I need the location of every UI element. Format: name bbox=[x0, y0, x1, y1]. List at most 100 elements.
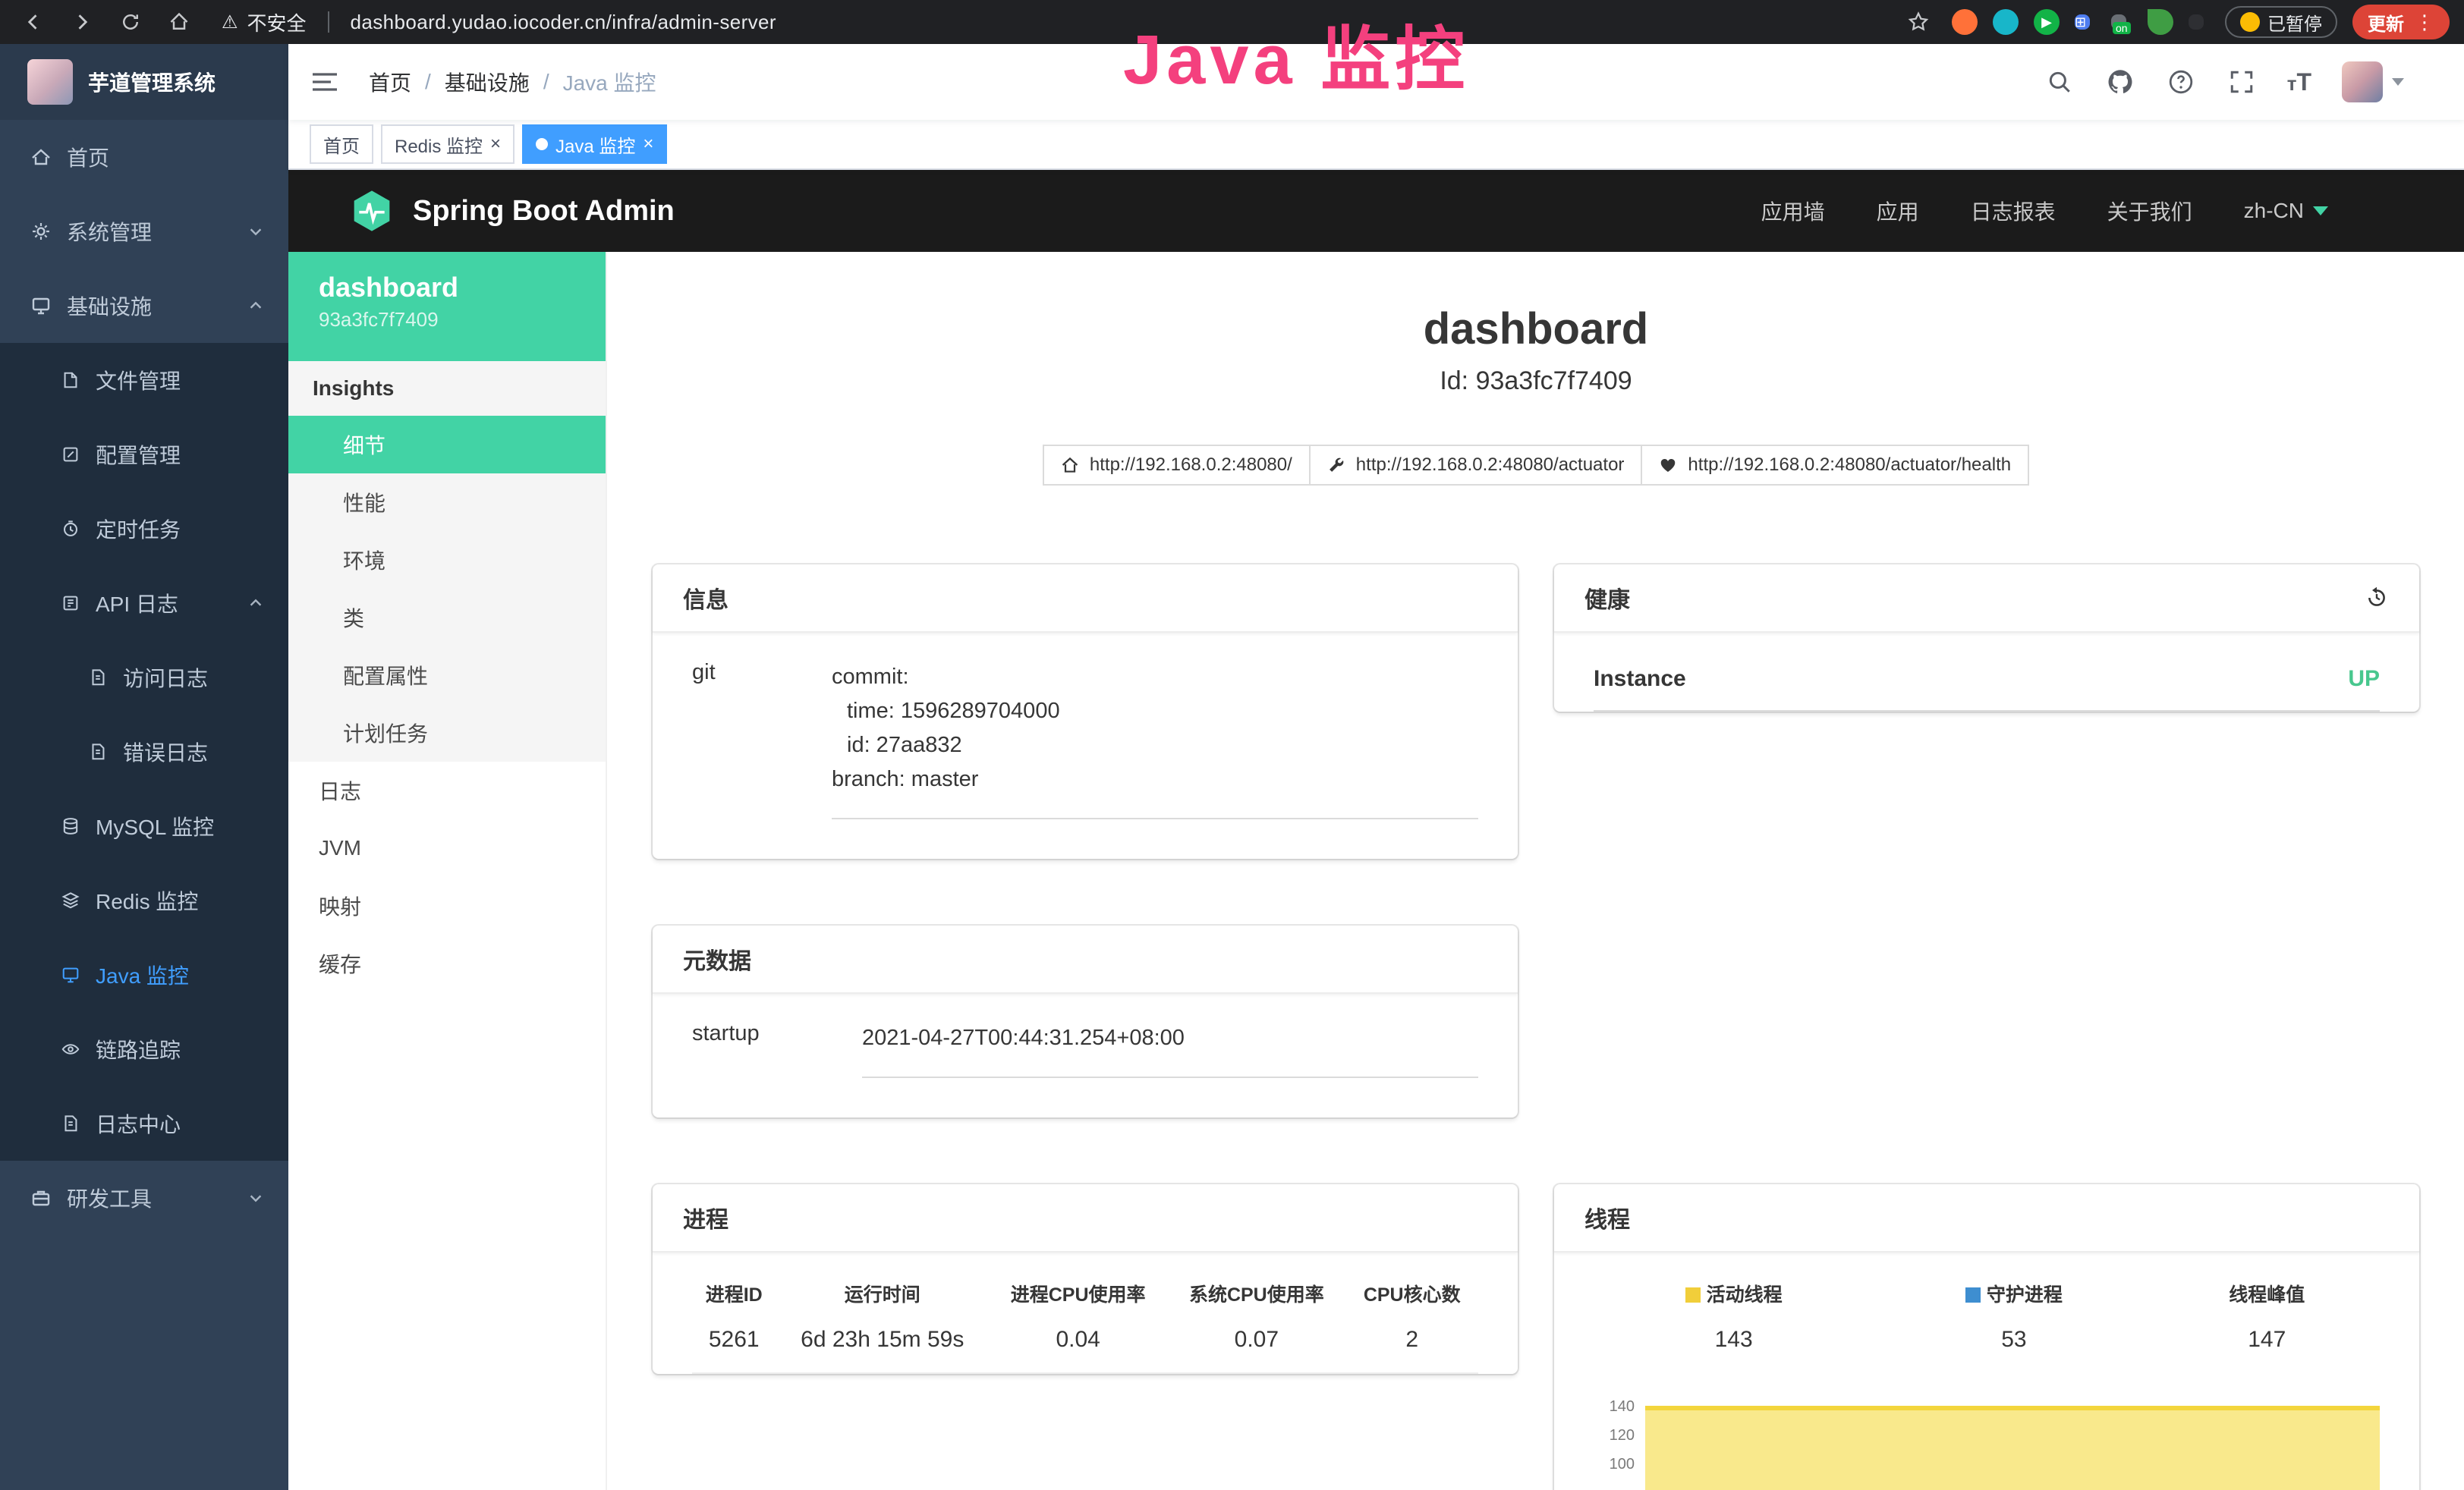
tag-java-monitor[interactable]: Java 监控 × bbox=[522, 124, 667, 164]
sidebar-item-tracing[interactable]: 链路追踪 bbox=[0, 1012, 288, 1086]
breadcrumb-separator: / bbox=[425, 70, 431, 94]
sidebar-item-java-monitor[interactable]: Java 监控 bbox=[0, 938, 288, 1012]
sba-item-caches[interactable]: 缓存 bbox=[288, 935, 606, 992]
service-url-button[interactable]: http://192.168.0.2:48080/ bbox=[1043, 445, 1311, 486]
sba-main: dashboard Id: 93a3fc7f7409 http://192.16… bbox=[607, 252, 2464, 1490]
sba-item-metrics[interactable]: 性能 bbox=[288, 473, 606, 531]
drop-extension-icon[interactable] bbox=[1993, 9, 2019, 35]
sidebar-item-config-management[interactable]: 配置管理 bbox=[0, 417, 288, 492]
sidebar-item-label: API 日志 bbox=[96, 588, 178, 618]
user-menu[interactable] bbox=[2342, 61, 2404, 102]
legend-peak-threads: 线程峰值 bbox=[2154, 1268, 2381, 1313]
paw-extension-icon[interactable] bbox=[2189, 14, 2204, 30]
sidebar-item-infrastructure[interactable]: 基础设施 bbox=[0, 269, 288, 343]
process-cpu-value: 0.04 bbox=[989, 1313, 1167, 1373]
app-logo[interactable]: 芋道管理系统 bbox=[0, 44, 288, 120]
sidebar-item-label: 日志中心 bbox=[96, 1108, 181, 1139]
navbar-actions: тT bbox=[2044, 61, 2404, 102]
address-url[interactable]: dashboard.yudao.iocoder.cn/infra/admin-s… bbox=[351, 11, 776, 34]
grid-extension-icon[interactable]: ⊞ bbox=[2075, 14, 2090, 30]
sba-nav-about[interactable]: 关于我们 bbox=[2107, 196, 2192, 226]
sidebar-item-mysql-monitor[interactable]: MySQL 监控 bbox=[0, 789, 288, 863]
threads-chart: 140 120 100 bbox=[1594, 1392, 2380, 1490]
sba-item-mappings[interactable]: 映射 bbox=[288, 877, 606, 935]
health-url-button[interactable]: http://192.168.0.2:48080/actuator/health bbox=[1641, 445, 2029, 486]
warning-icon: ⚠ bbox=[222, 11, 238, 33]
sidebar-item-error-log[interactable]: 错误日志 bbox=[0, 715, 288, 789]
paused-chip[interactable]: 已暂停 bbox=[2225, 6, 2337, 38]
monitor-icon bbox=[61, 965, 80, 985]
sba-instance-header[interactable]: dashboard 93a3fc7f7409 bbox=[288, 252, 606, 361]
y-axis: 140 120 100 bbox=[1594, 1392, 1645, 1490]
switch-extension-icon[interactable]: on bbox=[2111, 14, 2126, 30]
sidebar-item-system[interactable]: 系统管理 bbox=[0, 194, 288, 269]
github-icon[interactable] bbox=[2105, 67, 2135, 97]
sidebar-item-home[interactable]: 首页 bbox=[0, 120, 288, 194]
process-table: 进程ID 运行时间 进程CPU使用率 系统CPU使用率 CPU核心数 5261 bbox=[692, 1268, 1478, 1374]
sba-item-scheduled-tasks[interactable]: 计划任务 bbox=[288, 704, 606, 762]
sba-item-jvm[interactable]: JVM bbox=[288, 819, 606, 877]
sidebar-item-api-log[interactable]: API 日志 bbox=[0, 566, 288, 640]
back-icon[interactable] bbox=[15, 4, 52, 40]
daemon-threads-swatch bbox=[1965, 1287, 1981, 1303]
gear-icon bbox=[30, 221, 52, 242]
tag-redis-monitor[interactable]: Redis 监控 × bbox=[381, 124, 515, 164]
fox-extension-icon[interactable] bbox=[1952, 9, 1978, 35]
heart-icon bbox=[1659, 456, 1677, 474]
update-button[interactable]: 更新 ⋮ bbox=[2352, 5, 2450, 39]
threads-values-row: 143 53 147 bbox=[1594, 1313, 2380, 1359]
sba-item-config-props[interactable]: 配置属性 bbox=[288, 646, 606, 704]
sba-nav-applications[interactable]: 应用 bbox=[1877, 196, 1919, 226]
actuator-url-button[interactable]: http://192.168.0.2:48080/actuator bbox=[1309, 445, 1643, 486]
tag-home[interactable]: 首页 bbox=[310, 124, 373, 164]
close-icon[interactable]: × bbox=[643, 135, 653, 153]
health-instance-row[interactable]: Instance UP bbox=[1594, 666, 2380, 712]
git-branch-line: branch: master bbox=[832, 762, 1478, 797]
sidebar-item-file-management[interactable]: 文件管理 bbox=[0, 343, 288, 417]
instance-label: Instance bbox=[1594, 666, 1686, 692]
search-icon[interactable] bbox=[2044, 67, 2075, 97]
config-icon bbox=[61, 445, 80, 464]
browser-menu-icon[interactable]: ⋮ bbox=[2415, 11, 2434, 34]
sba-nav-wallboard[interactable]: 应用墙 bbox=[1761, 196, 1825, 226]
refresh-icon[interactable] bbox=[112, 4, 149, 40]
tag-label: Java 监控 bbox=[555, 131, 635, 158]
actuator-url: http://192.168.0.2:48080/actuator bbox=[1356, 454, 1625, 476]
forward-icon[interactable] bbox=[64, 4, 100, 40]
site-security-chip[interactable]: ⚠ 不安全 bbox=[222, 8, 307, 36]
sidebar-item-redis-monitor[interactable]: Redis 监控 bbox=[0, 863, 288, 938]
git-time-line: time: 1596289704000 bbox=[832, 694, 1478, 728]
status-badge: UP bbox=[2348, 666, 2380, 692]
bookmark-star-icon[interactable] bbox=[1900, 4, 1937, 40]
sba-item-logs[interactable]: 日志 bbox=[288, 762, 606, 819]
close-icon[interactable]: × bbox=[490, 135, 501, 153]
history-icon[interactable] bbox=[2365, 586, 2389, 610]
sba-brand[interactable]: Spring Boot Admin bbox=[349, 188, 675, 234]
sidebar-item-dev-tools[interactable]: 研发工具 bbox=[0, 1161, 288, 1235]
column-header: 进程CPU使用率 bbox=[989, 1268, 1167, 1313]
tag-label: Redis 监控 bbox=[395, 131, 483, 158]
font-size-icon[interactable]: тT bbox=[2287, 68, 2311, 96]
fullscreen-icon[interactable] bbox=[2226, 67, 2257, 97]
sba-nav-journal[interactable]: 日志报表 bbox=[1971, 196, 2056, 226]
sba-item-environment[interactable]: 环境 bbox=[288, 531, 606, 589]
security-label: 不安全 bbox=[247, 8, 307, 36]
home-icon[interactable] bbox=[161, 4, 197, 40]
sidebar-item-scheduled-tasks[interactable]: 定时任务 bbox=[0, 492, 288, 566]
sba-item-classes[interactable]: 类 bbox=[288, 589, 606, 646]
breadcrumb-home[interactable]: 首页 bbox=[369, 67, 411, 97]
system-cpu-value: 0.07 bbox=[1167, 1313, 1345, 1373]
sba-item-details[interactable]: 细节 bbox=[288, 416, 606, 473]
locale-selector[interactable]: zh-CN bbox=[2244, 199, 2328, 223]
hamburger-icon[interactable] bbox=[311, 65, 345, 99]
sidebar-item-label: 配置管理 bbox=[96, 439, 181, 470]
help-icon[interactable] bbox=[2166, 67, 2196, 97]
leaf-extension-icon[interactable] bbox=[2148, 9, 2173, 35]
breadcrumb-infrastructure[interactable]: 基础设施 bbox=[445, 67, 530, 97]
chevron-up-icon bbox=[247, 297, 264, 314]
sidebar-item-access-log[interactable]: 访问日志 bbox=[0, 640, 288, 715]
play-extension-icon[interactable]: ▶ bbox=[2034, 9, 2060, 35]
sidebar-item-label: Redis 监控 bbox=[96, 885, 198, 916]
sidebar-item-label: 链路追踪 bbox=[96, 1034, 181, 1064]
sidebar-item-log-center[interactable]: 日志中心 bbox=[0, 1086, 288, 1161]
